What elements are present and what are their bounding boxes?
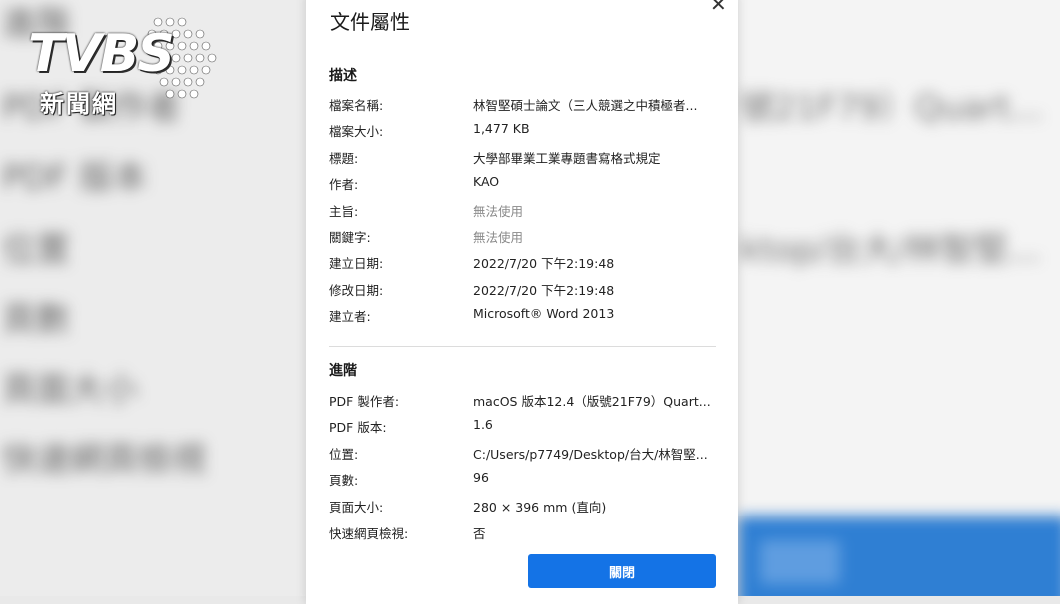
property-row: 作者: KAO — [329, 174, 719, 194]
bg-word: 位置 — [2, 230, 70, 270]
property-value: 2022/7/20 下午2:19:48 — [473, 256, 615, 271]
property-row: 修改日期: 2022/7/20 下午2:19:48 — [329, 280, 719, 300]
close-icon[interactable]: ✕ — [710, 0, 727, 16]
property-row: 關鍵字: 無法使用 — [329, 227, 719, 247]
property-label: 頁面大小: — [329, 500, 384, 515]
property-label: 檔案名稱: — [329, 98, 384, 113]
property-label: 修改日期: — [329, 283, 384, 298]
property-label: 標題: — [329, 151, 359, 166]
bg-word: 頁數 — [2, 300, 70, 340]
close-button[interactable]: 關閉 — [528, 554, 716, 588]
dialog-title: 文件屬性 — [330, 10, 410, 34]
property-label: 位置: — [329, 447, 359, 462]
document-properties-dialog: 文件屬性 ✕ 描述 檔案名稱: 林智堅碩士論文（三人競選之中積極者... 檔案大… — [306, 0, 738, 604]
property-value: 2022/7/20 下午2:19:48 — [473, 283, 615, 298]
bg-word: ktop/台大/林智堅... — [740, 230, 1041, 270]
logo-subtext: 新聞網 — [40, 90, 118, 118]
property-value: 280 × 396 mm (直向) — [473, 500, 607, 515]
property-value: Microsoft® Word 2013 — [473, 306, 615, 321]
property-value: 無法使用 — [473, 230, 524, 245]
property-label: 快速網頁檢視: — [329, 526, 409, 541]
logo-text: TVBS — [28, 24, 175, 84]
bg-word: 頁面大小 — [2, 370, 138, 410]
property-value: C:/Users/p7749/Desktop/台大/林智堅... — [473, 447, 708, 462]
property-row: PDF 製作者: macOS 版本12.4（版號21F79）Quart... — [329, 391, 719, 411]
property-value: 1,477 KB — [473, 121, 530, 136]
property-row: 標題: 大學部畢業工業專題書寫格式規定 — [329, 148, 719, 168]
property-label: 建立者: — [329, 309, 371, 324]
property-row: 檔案大小: 1,477 KB — [329, 121, 719, 141]
property-value: 大學部畢業工業專題書寫格式規定 — [473, 151, 661, 166]
property-value: 96 — [473, 470, 489, 485]
property-row: 建立日期: 2022/7/20 下午2:19:48 — [329, 253, 719, 273]
property-label: PDF 版本: — [329, 420, 387, 435]
property-row: 建立者: Microsoft® Word 2013 — [329, 306, 719, 326]
section-divider — [329, 346, 716, 347]
property-label: 頁數: — [329, 473, 359, 488]
property-label: 關鍵字: — [329, 230, 371, 245]
property-row: 頁面大小: 280 × 396 mm (直向) — [329, 497, 719, 517]
section-advanced: 進階 — [329, 363, 357, 379]
bg-word: PDF 版本 — [2, 158, 148, 198]
section-description: 描述 — [329, 68, 357, 84]
property-value: macOS 版本12.4（版號21F79）Quart... — [473, 394, 711, 409]
property-label: PDF 製作者: — [329, 394, 400, 409]
tvbs-logo: TVBS 新聞網 — [28, 14, 217, 119]
property-value: 1.6 — [473, 417, 493, 432]
bg-button-label — [760, 540, 840, 584]
property-row: 檔案名稱: 林智堅碩士論文（三人競選之中積極者... — [329, 95, 719, 115]
property-label: 作者: — [329, 177, 359, 192]
property-label: 建立日期: — [329, 256, 384, 271]
property-row: 頁數: 96 — [329, 470, 719, 490]
property-value: 無法使用 — [473, 204, 524, 219]
property-value: 否 — [473, 526, 486, 541]
property-value: 林智堅碩士論文（三人競選之中積極者... — [473, 98, 698, 113]
property-value: KAO — [473, 174, 500, 189]
property-row: 位置: C:/Users/p7749/Desktop/台大/林智堅... — [329, 444, 719, 464]
property-row: 快速網頁檢視: 否 — [329, 523, 719, 543]
property-label: 主旨: — [329, 204, 359, 219]
bg-word: 快速網頁檢視 — [2, 440, 206, 480]
bg-word: 號21F79）Quart... — [740, 88, 1043, 128]
property-row: PDF 版本: 1.6 — [329, 417, 719, 437]
property-row: 主旨: 無法使用 — [329, 201, 719, 221]
property-label: 檔案大小: — [329, 124, 384, 139]
